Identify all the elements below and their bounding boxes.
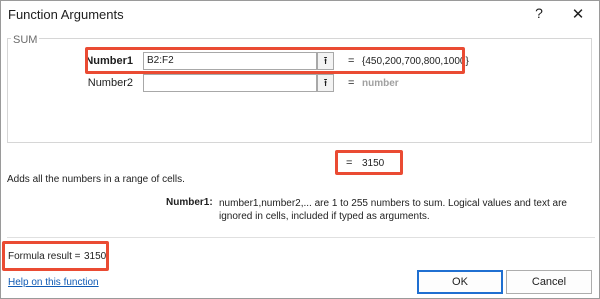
number2-label: Number2 — [87, 77, 133, 89]
help-button[interactable]: ? — [531, 5, 547, 23]
ok-button[interactable]: OK — [417, 270, 503, 294]
formula-result-label: Formula result = — [8, 251, 81, 262]
number2-input[interactable] — [143, 74, 317, 92]
total-value: 3150 — [362, 158, 385, 169]
function-name-label: SUM — [11, 34, 40, 46]
number2-evaluated: number — [362, 78, 399, 89]
divider — [7, 237, 595, 238]
dialog-title: Function Arguments — [8, 7, 124, 22]
argument-help-label: Number1: — [166, 197, 213, 208]
formula-result-value: 3150 — [84, 251, 107, 262]
number1-collapse-icon[interactable]: ⭱ — [317, 52, 334, 70]
function-description: Adds all the numbers in a range of cells… — [7, 174, 185, 185]
number1-equals: = — [348, 55, 355, 67]
function-arguments-dialog: Function Arguments ? ✕ SUM Number1 B2:F2… — [0, 0, 600, 299]
help-on-function-link[interactable]: Help on this function — [8, 277, 99, 288]
number2-collapse-icon[interactable]: ⭱ — [317, 74, 334, 92]
argument-help-text: number1,number2,... are 1 to 255 numbers… — [219, 198, 567, 222]
total-equals: = — [346, 157, 353, 169]
number2-equals: = — [348, 77, 355, 89]
number1-evaluated: {450,200,700,800,1000} — [362, 56, 469, 67]
number1-label: Number1 — [85, 55, 133, 67]
cancel-button[interactable]: Cancel — [506, 270, 592, 294]
number1-input[interactable]: B2:F2 — [143, 52, 317, 70]
close-button[interactable]: ✕ — [569, 5, 587, 23]
